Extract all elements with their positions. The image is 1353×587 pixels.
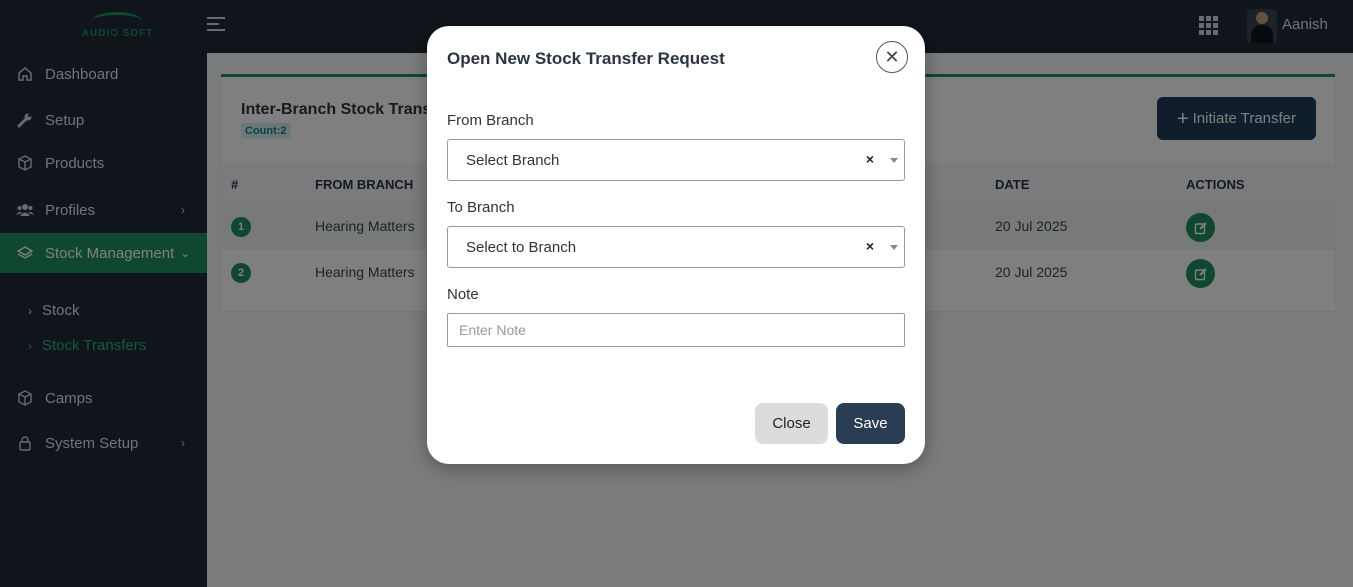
clear-selection-icon[interactable]: × [866,151,874,167]
to-branch-select[interactable]: Select to Branch × [447,226,905,268]
clear-selection-icon[interactable]: × [866,238,874,254]
note-label: Note [447,286,479,303]
dropdown-arrow-icon[interactable] [890,158,898,163]
from-branch-select[interactable]: Select Branch × [447,139,905,181]
from-branch-label: From Branch [447,112,534,129]
close-button[interactable]: Close [755,403,828,444]
from-branch-value: Select Branch [466,152,560,169]
to-branch-label: To Branch [447,199,515,216]
modal-title: Open New Stock Transfer Request [447,49,725,68]
save-button[interactable]: Save [836,403,905,444]
stock-transfer-modal: Open New Stock Transfer Request ✕ From B… [427,26,925,464]
to-branch-value: Select to Branch [466,239,577,256]
note-input[interactable] [447,313,905,347]
close-icon[interactable]: ✕ [876,41,908,73]
dropdown-arrow-icon[interactable] [890,245,898,250]
